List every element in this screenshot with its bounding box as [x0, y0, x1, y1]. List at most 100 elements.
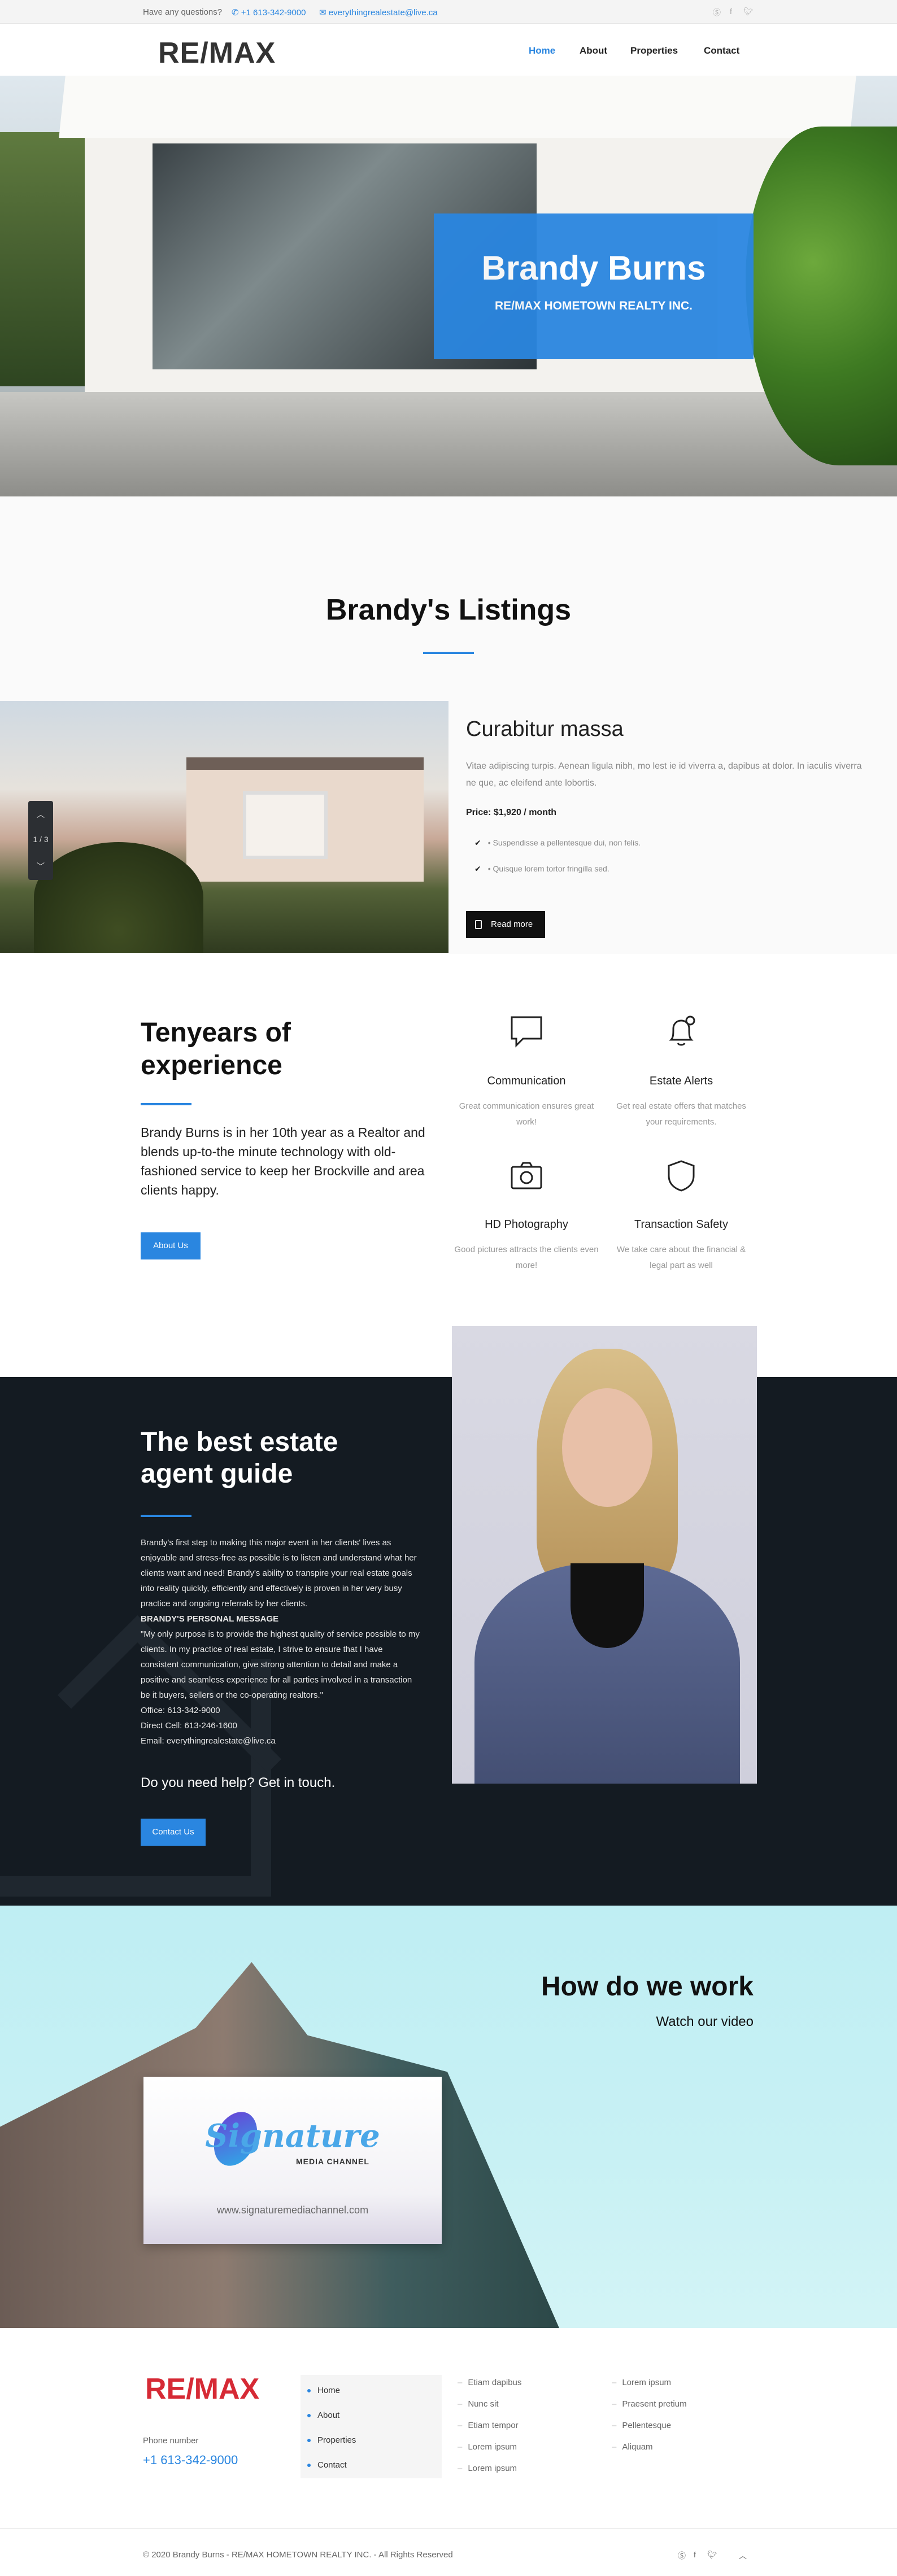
check-icon: ✔ [474, 864, 481, 873]
footer-logo[interactable]: RE/MAX [145, 2372, 259, 2406]
listing-image[interactable] [0, 701, 448, 953]
listings-title: Brandy's Listings [325, 594, 572, 626]
video-brand: Signature [205, 2117, 380, 2155]
facebook-icon[interactable]: f [730, 7, 732, 16]
page: Have any questions? ✆ +1 613-342-9000 ✉ … [0, 0, 897, 2576]
video-url: www.signaturemediachannel.com [216, 2204, 369, 2216]
listing-description: Vitae adipiscing turpis. Aenean ligula n… [466, 761, 862, 788]
feature-desc: Great communication ensures great work! [459, 1101, 594, 1127]
chevron-down-icon[interactable]: ﹀ [28, 861, 53, 872]
hero-name-box: Brandy Burns RE/MAX HOMETOWN REALTY INC. [434, 213, 754, 359]
listing-feature: ✔ • Quisque lorem tortor fringilla sed. [474, 864, 609, 873]
slider-position: 1 / 3 [33, 835, 49, 844]
agent-photo [452, 1326, 757, 1784]
listing-slider-control: ︿ 1 / 3 ﹀ [28, 801, 53, 880]
top-bar: Have any questions? ✆ +1 613-342-9000 ✉ … [0, 0, 897, 24]
topbar-email-link[interactable]: ✉ everythingrealestate@live.ca [319, 7, 438, 18]
document-icon [475, 920, 482, 929]
hero-roof [59, 76, 856, 138]
nav-home[interactable]: Home [529, 45, 555, 56]
guide-email: Email: everythingrealestate@live.ca [141, 1736, 276, 1746]
nav-about[interactable]: About [580, 45, 607, 56]
facebook-icon[interactable]: f [694, 2550, 696, 2559]
video-title: How do we work [541, 1972, 754, 2002]
feature-title: HD Photography [485, 1218, 568, 1231]
chevron-up-icon[interactable]: ︿ [28, 809, 53, 820]
about-us-button[interactable]: About Us [141, 1232, 201, 1259]
video-subtitle: Watch our video [656, 2014, 754, 2029]
site-header [0, 24, 897, 76]
listing-palm-shape [34, 842, 203, 953]
footer-menu-properties[interactable]: Properties [307, 2435, 356, 2445]
footer-link[interactable]: Lorem ipsum [612, 2378, 671, 2387]
footer-link[interactable]: Aliquam [612, 2442, 652, 2452]
nav-properties[interactable]: Properties [630, 45, 678, 56]
footer-link[interactable]: Nunc sit [458, 2399, 498, 2409]
footer-link[interactable]: Pellentesque [612, 2421, 671, 2430]
topbar-email: everythingrealestate@live.ca [328, 8, 438, 18]
photo-face-shape [562, 1388, 652, 1507]
footer-phone[interactable]: +1 613-342-9000 [143, 2453, 238, 2468]
feature-desc: We take care about the financial & legal… [616, 1245, 746, 1270]
remax-logo[interactable]: RE/MAX [158, 36, 276, 70]
footer-link[interactable]: Praesent pretium [612, 2399, 686, 2409]
video-section [0, 1906, 897, 2328]
personal-message: "My only purpose is to provide the highe… [141, 1629, 420, 1700]
video-player[interactable]: Signature MEDIA CHANNEL www.signaturemed… [143, 2077, 442, 2244]
topbar-phone: +1 613-342-9000 [241, 8, 306, 18]
read-more-button[interactable]: Read more [466, 911, 545, 938]
listings-title-underline [423, 652, 474, 654]
feature-desc: Get real estate offers that matches your… [616, 1101, 746, 1127]
skype-icon[interactable]: Ⓢ [713, 7, 721, 18]
experience-title: Tenyears of experience [141, 1018, 291, 1080]
listing-feature-text: Suspendisse a pellentesque dui, non feli… [493, 838, 641, 847]
footer-link[interactable]: Etiam tempor [458, 2421, 518, 2430]
listing-feature-text: Quisque lorem tortor fringilla sed. [493, 864, 609, 873]
footer-link[interactable]: Lorem ipsum [458, 2442, 517, 2452]
skype-icon[interactable]: Ⓢ [678, 2550, 686, 2561]
guide-paragraph: Brandy's first step to making this major… [141, 1538, 417, 1609]
read-more-label: Read more [491, 919, 533, 929]
footer-menu-about[interactable]: About [307, 2411, 339, 2420]
camera-icon [511, 1162, 542, 1189]
hero-floor [0, 392, 897, 496]
topbar-phone-link[interactable]: ✆ +1 613-342-9000 [232, 7, 306, 18]
copyright: © 2020 Brandy Burns - RE/MAX HOMETOWN RE… [143, 2550, 453, 2560]
feature-desc: Good pictures attracts the clients even … [454, 1245, 599, 1270]
hero-trees [0, 132, 85, 386]
listing-price: Price: $1,920 / month [466, 808, 557, 817]
agent-guide-section [0, 1377, 897, 1906]
footer-phone-label: Phone number [143, 2436, 199, 2446]
check-icon: ✔ [474, 838, 481, 847]
footer-menu-contact[interactable]: Contact [307, 2460, 347, 2470]
contact-us-button[interactable]: Contact Us [141, 1819, 206, 1846]
listing-feature: ✔ • Suspendisse a pellentesque dui, non f… [474, 838, 641, 847]
nav-contact[interactable]: Contact [704, 45, 739, 56]
feature-title: Communication [487, 1075, 566, 1087]
footer-logo-text: RE/MAX [145, 2373, 260, 2405]
speech-bubble-icon [511, 1016, 542, 1048]
footer-link[interactable]: Etiam dapibus [458, 2378, 521, 2387]
photo-top-shape [571, 1563, 644, 1648]
hero-company: RE/MAX HOMETOWN REALTY INC. [494, 299, 693, 312]
experience-text: Brandy Burns is in her 10th year as a Re… [141, 1125, 425, 1197]
footer-menu-home[interactable]: Home [307, 2386, 340, 2395]
video-brand-sub: MEDIA CHANNEL [296, 2157, 369, 2166]
personal-message-heading: BRANDY'S PERSONAL MESSAGE [141, 1614, 279, 1624]
twitter-icon[interactable]: 🐦︎ [743, 7, 754, 16]
guide-help-text: Do you need help? Get in touch. [141, 1775, 336, 1790]
logo-text: RE/MAX [158, 37, 276, 69]
footer-link[interactable]: Lorem ipsum [458, 2464, 517, 2473]
listing-title: Curabitur massa [466, 717, 624, 741]
twitter-icon[interactable]: 🐦︎ [707, 2550, 717, 2560]
question-text: Have any questions? [143, 7, 223, 17]
feature-title: Transaction Safety [634, 1218, 728, 1231]
guide-direct: Direct Cell: 613-246-1600 [141, 1721, 237, 1731]
guide-office: Office: 613-342-9000 [141, 1706, 220, 1715]
guide-title: The best estate agent guide [141, 1427, 338, 1489]
chevron-up-icon[interactable]: ︿ [739, 2550, 747, 2561]
feature-title: Estate Alerts [649, 1075, 713, 1087]
experience-underline [141, 1103, 191, 1105]
shield-icon [668, 1160, 695, 1192]
guide-underline [141, 1515, 191, 1517]
